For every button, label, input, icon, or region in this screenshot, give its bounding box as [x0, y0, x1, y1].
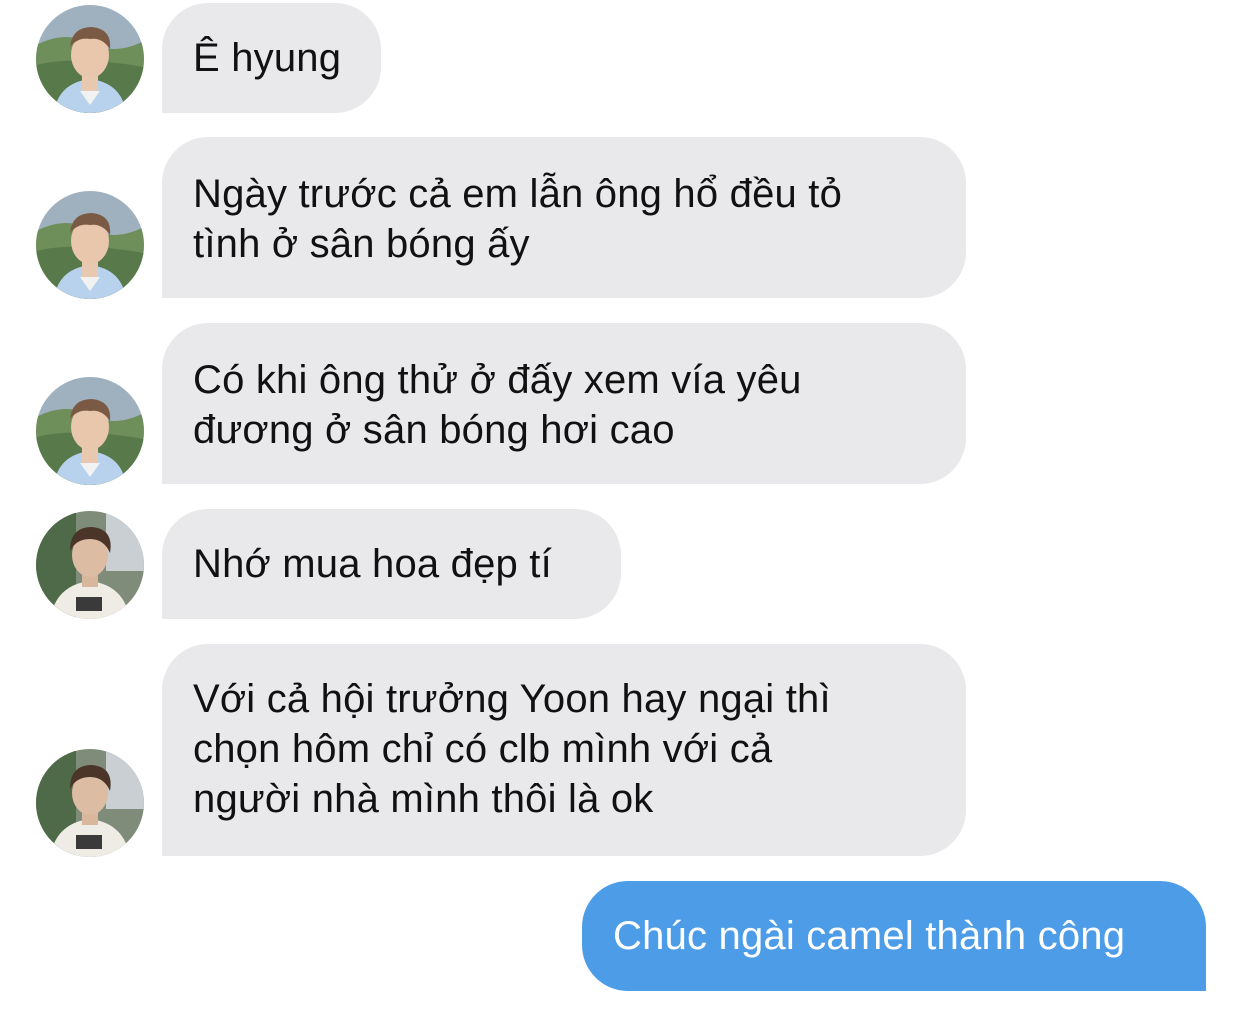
incoming-message-bubble[interactable]: Nhớ mua hoa đẹp tí — [162, 509, 621, 619]
avatar[interactable] — [36, 5, 144, 113]
incoming-message-bubble[interactable]: Ngày trước cả em lẫn ông hổ đều tỏ tình … — [162, 137, 966, 298]
avatar[interactable] — [36, 511, 144, 619]
avatar-photo-icon — [36, 749, 144, 857]
avatar-photo-icon — [36, 5, 144, 113]
avatar-photo-icon — [36, 191, 144, 299]
avatar-photo-icon — [36, 511, 144, 619]
avatar[interactable] — [36, 377, 144, 485]
incoming-message-bubble[interactable]: Với cả hội trưởng Yoon hay ngại thì chọn… — [162, 644, 966, 856]
avatar[interactable] — [36, 749, 144, 857]
avatar-photo-icon — [36, 377, 144, 485]
incoming-message-bubble[interactable]: Ê hyung — [162, 3, 381, 113]
outgoing-message-bubble[interactable]: Chúc ngài camel thành công — [582, 881, 1206, 991]
incoming-message-bubble[interactable]: Có khi ông thử ở đấy xem vía yêu đương ở… — [162, 323, 966, 484]
avatar[interactable] — [36, 191, 144, 299]
